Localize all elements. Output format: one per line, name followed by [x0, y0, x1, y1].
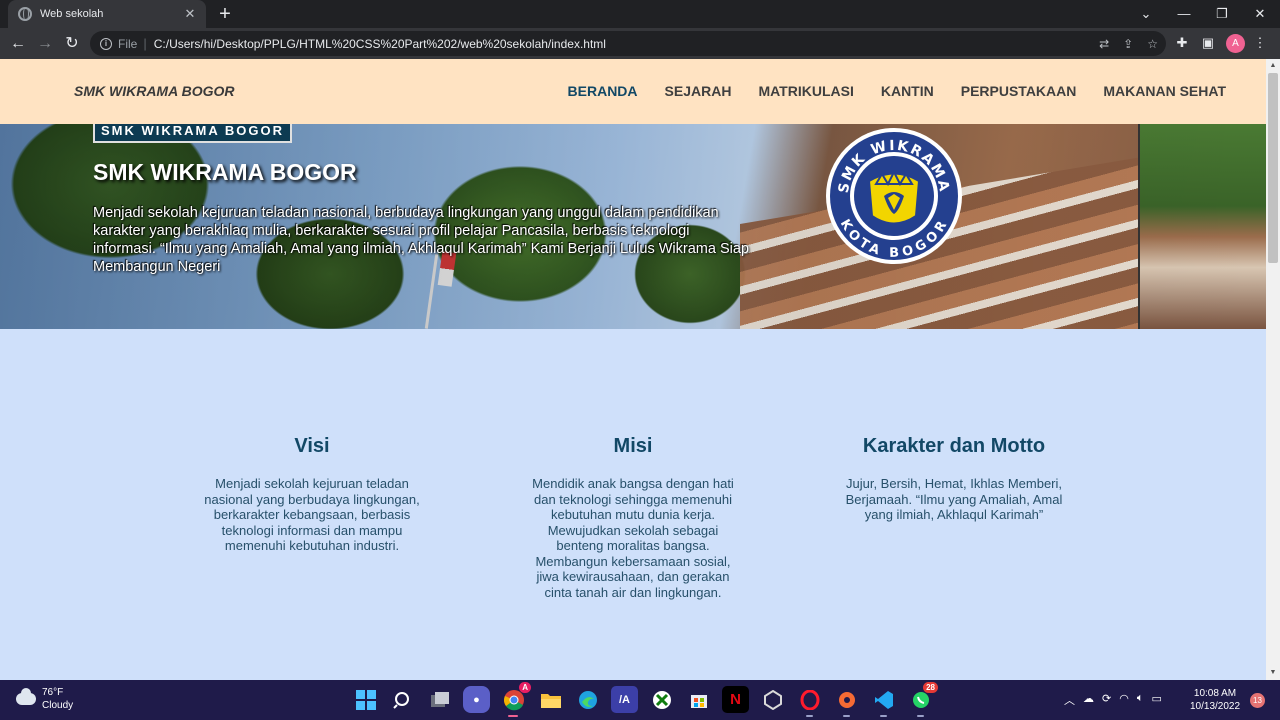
store-icon[interactable]	[685, 686, 712, 713]
file-explorer-icon[interactable]	[537, 686, 564, 713]
page-viewport: SMK WIKRAMA BOGOR BERANDA SEJARAH MATRIK…	[0, 59, 1266, 680]
site-navbar: SMK WIKRAMA BOGOR BERANDA SEJARAH MATRIK…	[0, 59, 1266, 124]
tab-search-icon[interactable]: ⌄	[1126, 0, 1166, 28]
windows-taskbar: 76°F Cloudy ● A /A N 28 ︿ ☁ ⟳ ◠ 🔈︎ ▭ 10:…	[0, 680, 1280, 720]
whatsapp-badge: 28	[923, 682, 938, 693]
volume-icon[interactable]: 🔈︎	[1137, 692, 1144, 708]
notification-badge[interactable]: 13	[1250, 693, 1265, 708]
xbox-icon[interactable]	[648, 686, 675, 713]
vscode-icon[interactable]	[870, 686, 897, 717]
weather-condition: Cloudy	[42, 700, 74, 711]
close-tab-icon[interactable]: ✕	[182, 6, 198, 22]
menu-item-beranda[interactable]: BERANDA	[568, 83, 638, 99]
scroll-up-icon[interactable]: ▲	[1266, 59, 1280, 73]
globe-icon	[18, 7, 32, 21]
unity-icon[interactable]	[759, 686, 786, 713]
netflix-icon[interactable]: N	[722, 686, 749, 713]
bookmark-star-icon[interactable]: ☆	[1147, 37, 1158, 51]
profile-avatar[interactable]: A	[1226, 34, 1245, 53]
hero-banner: SMK WIKRAMA BOGOR SMK WIKRAMA BOGOR Menj…	[0, 124, 1266, 329]
side-panel-icon[interactable]: ▣	[1198, 33, 1218, 53]
misi-section: Misi Mendidik anak bangsa dengan hati da…	[523, 435, 743, 600]
reload-button[interactable]: ↻	[60, 32, 84, 56]
cloud-icon	[16, 688, 36, 705]
file-scheme-label: File	[118, 36, 138, 51]
motto-text: Jujur, Bersih, Hemat, Ikhlas Memberi, Be…	[845, 476, 1063, 522]
translate-icon[interactable]: ⇄	[1099, 37, 1109, 51]
clock-date: 10/13/2022	[1190, 701, 1241, 712]
wifi-icon[interactable]: ◠	[1119, 692, 1129, 708]
menu-kebab-icon[interactable]: ⋮	[1250, 33, 1270, 53]
chrome-badge: A	[519, 682, 531, 693]
edge-icon[interactable]	[574, 686, 601, 713]
browser-tab-strip: Web sekolah ✕ + ⌄ — ❐ ✕	[0, 0, 1280, 28]
motto-section: Karakter dan Motto Jujur, Bersih, Hemat,…	[844, 435, 1064, 523]
motto-title: Karakter dan Motto	[862, 435, 1046, 457]
menu-item-makanan-sehat[interactable]: MAKANAN SEHAT	[1103, 83, 1226, 99]
task-view-icon[interactable]	[426, 686, 453, 713]
misi-title: Misi	[613, 435, 653, 457]
sync-icon[interactable]: ⟳	[1102, 692, 1111, 708]
close-window-button[interactable]: ✕	[1240, 0, 1280, 28]
system-tray: ︿ ☁ ⟳ ◠ 🔈︎ ▭	[1064, 692, 1162, 708]
misi-text: Mendidik anak bangsa dengan hati dan tek…	[532, 476, 734, 600]
url-text[interactable]: C:/Users/hi/Desktop/PPLG/HTML%20CSS%20Pa…	[154, 37, 606, 51]
menu-item-perpustakaan[interactable]: PERPUSTAKAAN	[961, 83, 1077, 99]
school-logo: SMK WIKRAMA KOTA BOGOR	[826, 128, 962, 264]
page-scrollbar[interactable]: ▲ ▼	[1266, 59, 1280, 680]
browser-toolbar: ← → ↻ i File | C:/Users/hi/Desktop/PPLG/…	[0, 28, 1280, 59]
info-icon[interactable]: i	[100, 37, 112, 50]
hero-title: SMK WIKRAMA BOGOR	[93, 159, 357, 185]
powerautomate-icon[interactable]: /A	[611, 686, 638, 713]
weather-widget[interactable]: 76°F Cloudy	[16, 686, 73, 712]
chrome-icon[interactable]: A	[500, 682, 531, 717]
search-icon[interactable]	[389, 686, 416, 713]
back-button[interactable]: ←	[6, 32, 30, 56]
site-brand[interactable]: SMK WIKRAMA BOGOR	[74, 83, 234, 99]
battery-icon[interactable]: ▭	[1151, 692, 1161, 708]
menu-item-matrikulasi[interactable]: MATRIKULASI	[758, 83, 853, 99]
weather-temperature: 76°F	[42, 687, 64, 698]
menu-item-sejarah[interactable]: SEJARAH	[665, 83, 732, 99]
visi-section: Visi Menjadi sekolah kejuruan teladan na…	[202, 435, 422, 554]
clock-time: 10:08 AM	[1193, 688, 1237, 699]
chevron-up-icon[interactable]: ︿	[1064, 692, 1075, 708]
minimize-button[interactable]: —	[1164, 0, 1204, 28]
onedrive-icon[interactable]: ☁	[1083, 692, 1094, 708]
opera-icon[interactable]	[796, 686, 823, 717]
main-menu: BERANDA SEJARAH MATRIKULASI KANTIN PERPU…	[568, 83, 1226, 99]
chat-icon[interactable]: ●	[463, 686, 490, 713]
start-icon[interactable]	[352, 686, 379, 713]
scroll-down-icon[interactable]: ▼	[1266, 666, 1280, 680]
browser-tab[interactable]: Web sekolah ✕	[8, 0, 206, 28]
forward-button[interactable]: →	[33, 32, 57, 56]
tab-title: Web sekolah	[40, 8, 104, 20]
maximize-button[interactable]: ❐	[1202, 0, 1242, 28]
visi-text: Menjadi sekolah kejuruan teladan nasiona…	[204, 476, 420, 553]
hero-badge: SMK WIKRAMA BOGOR	[93, 124, 293, 143]
hero-description: Menjadi sekolah kejuruan teladan nasiona…	[93, 205, 749, 275]
address-separator: |	[143, 36, 147, 51]
address-bar[interactable]: i File | C:/Users/hi/Desktop/PPLG/HTML%2…	[90, 31, 1166, 56]
whatsapp-icon[interactable]: 28	[907, 682, 938, 717]
taskbar-clock[interactable]: 10:08 AM 10/13/2022	[1190, 687, 1240, 713]
menu-item-kantin[interactable]: KANTIN	[881, 83, 934, 99]
new-tab-button[interactable]: +	[214, 3, 236, 25]
share-icon[interactable]: ⇪	[1123, 37, 1133, 51]
app-orange-icon[interactable]	[833, 686, 860, 717]
scrollbar-thumb[interactable]	[1268, 73, 1278, 263]
taskbar-apps: ● A /A N 28	[352, 682, 938, 717]
extensions-icon[interactable]: ✚	[1172, 33, 1192, 53]
visi-title: Visi	[294, 435, 330, 457]
